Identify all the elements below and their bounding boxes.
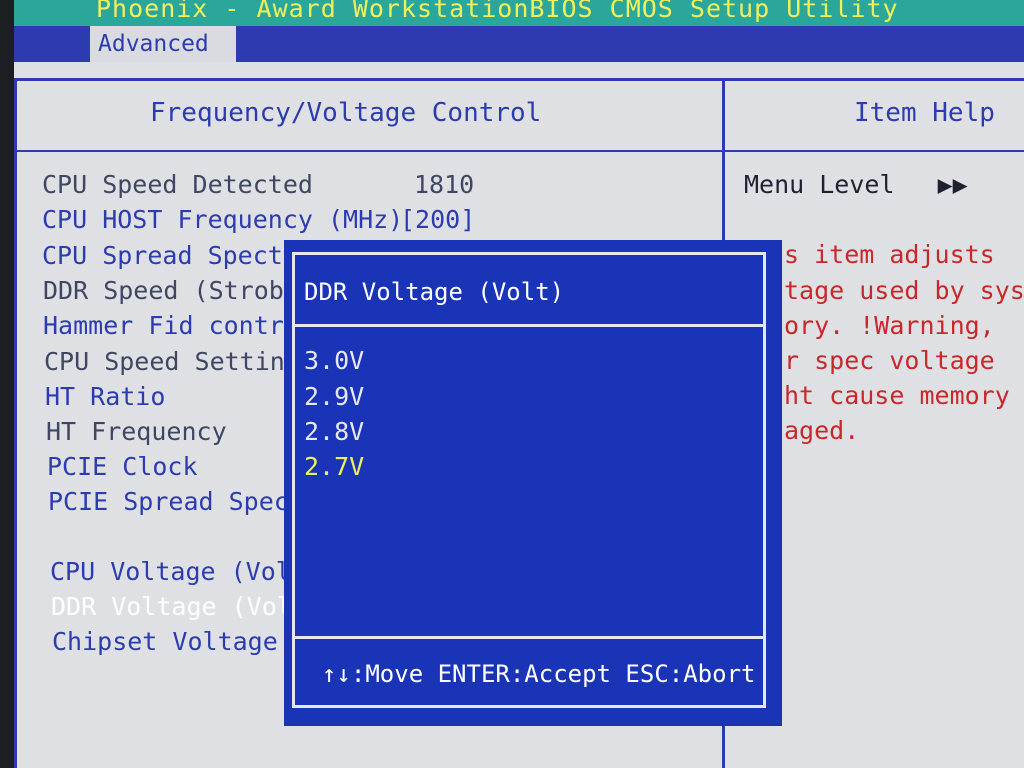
setting-cpu-voltage[interactable]: CPU Voltage (Volt bbox=[50, 557, 306, 587]
setting-ddr-voltage[interactable]: DDR Voltage (Volt bbox=[51, 592, 307, 622]
popup-option[interactable]: 3.0V bbox=[304, 346, 364, 375]
popup-title-separator bbox=[292, 324, 766, 327]
help-title: Item Help bbox=[854, 98, 995, 128]
menu-bar: Advanced bbox=[14, 26, 1024, 62]
help-line-5: ht cause memory bbox=[784, 381, 1010, 410]
setting-hammer-fid-control[interactable]: Hammer Fid contro bbox=[43, 311, 299, 341]
setting-pcie-clock[interactable]: PCIE Clock bbox=[47, 452, 198, 482]
menu-level: Menu Level ▶▶ bbox=[744, 170, 968, 199]
setting-ht-frequency: HT Frequency bbox=[46, 417, 227, 446]
menu-tab-advanced[interactable]: Advanced bbox=[90, 26, 236, 62]
setting-cpu-speed-detected: CPU Speed Detected bbox=[42, 170, 313, 199]
setting-ddr-speed: DDR Speed (Strobe bbox=[43, 276, 299, 305]
setting-cpu-speed-setting: CPU Speed Setting bbox=[44, 347, 300, 376]
popup-option[interactable]: 2.9V bbox=[304, 382, 364, 411]
panel-title: Frequency/Voltage Control bbox=[150, 98, 542, 128]
popup-option-selected[interactable]: 2.7V bbox=[304, 452, 364, 481]
help-line-4: r spec voltage bbox=[784, 346, 995, 375]
setting-ht-ratio[interactable]: HT Ratio bbox=[45, 382, 165, 412]
popup-option[interactable]: 2.8V bbox=[304, 417, 364, 446]
help-line-3: ory. !Warning, bbox=[784, 311, 995, 340]
setting-cpu-host-frequency[interactable]: CPU HOST Frequency (MHz) bbox=[42, 205, 403, 235]
setting-cpu-speed-detected-value: 1810 bbox=[414, 170, 475, 199]
frame-left-border bbox=[14, 78, 17, 768]
popup-title: DDR Voltage (Volt) bbox=[304, 278, 565, 306]
app-title: Phoenix - Award WorkstationBIOS CMOS Set… bbox=[96, 0, 899, 23]
frame-header-rule bbox=[14, 150, 1024, 152]
menu-level-label: Menu Level bbox=[744, 170, 895, 199]
setting-cpu-host-frequency-value[interactable]: [200] bbox=[400, 205, 475, 234]
popup-footer-separator bbox=[292, 636, 766, 639]
double-arrow-icon: ▶▶ bbox=[937, 170, 968, 199]
setting-cpu-spread-spectrum[interactable]: CPU Spread Spectr bbox=[42, 241, 298, 271]
help-line-2: tage used by syste bbox=[784, 276, 1024, 305]
setting-chipset-voltage[interactable]: Chipset Voltage ( bbox=[52, 627, 308, 657]
monitor-bezel bbox=[0, 0, 14, 768]
frame-top-border bbox=[14, 78, 1024, 81]
help-line-6: aged. bbox=[784, 416, 860, 445]
help-line-1: s item adjusts bbox=[784, 240, 995, 269]
popup-footer-hints: ↑↓:Move ENTER:Accept ESC:Abort bbox=[322, 660, 756, 688]
ddr-voltage-popup: DDR Voltage (Volt) 3.0V 2.9V 2.8V 2.7V ↑… bbox=[284, 240, 780, 724]
title-bar: Phoenix - Award WorkstationBIOS CMOS Set… bbox=[14, 0, 1024, 26]
setting-pcie-spread-spectrum[interactable]: PCIE Spread Spect bbox=[48, 487, 304, 517]
